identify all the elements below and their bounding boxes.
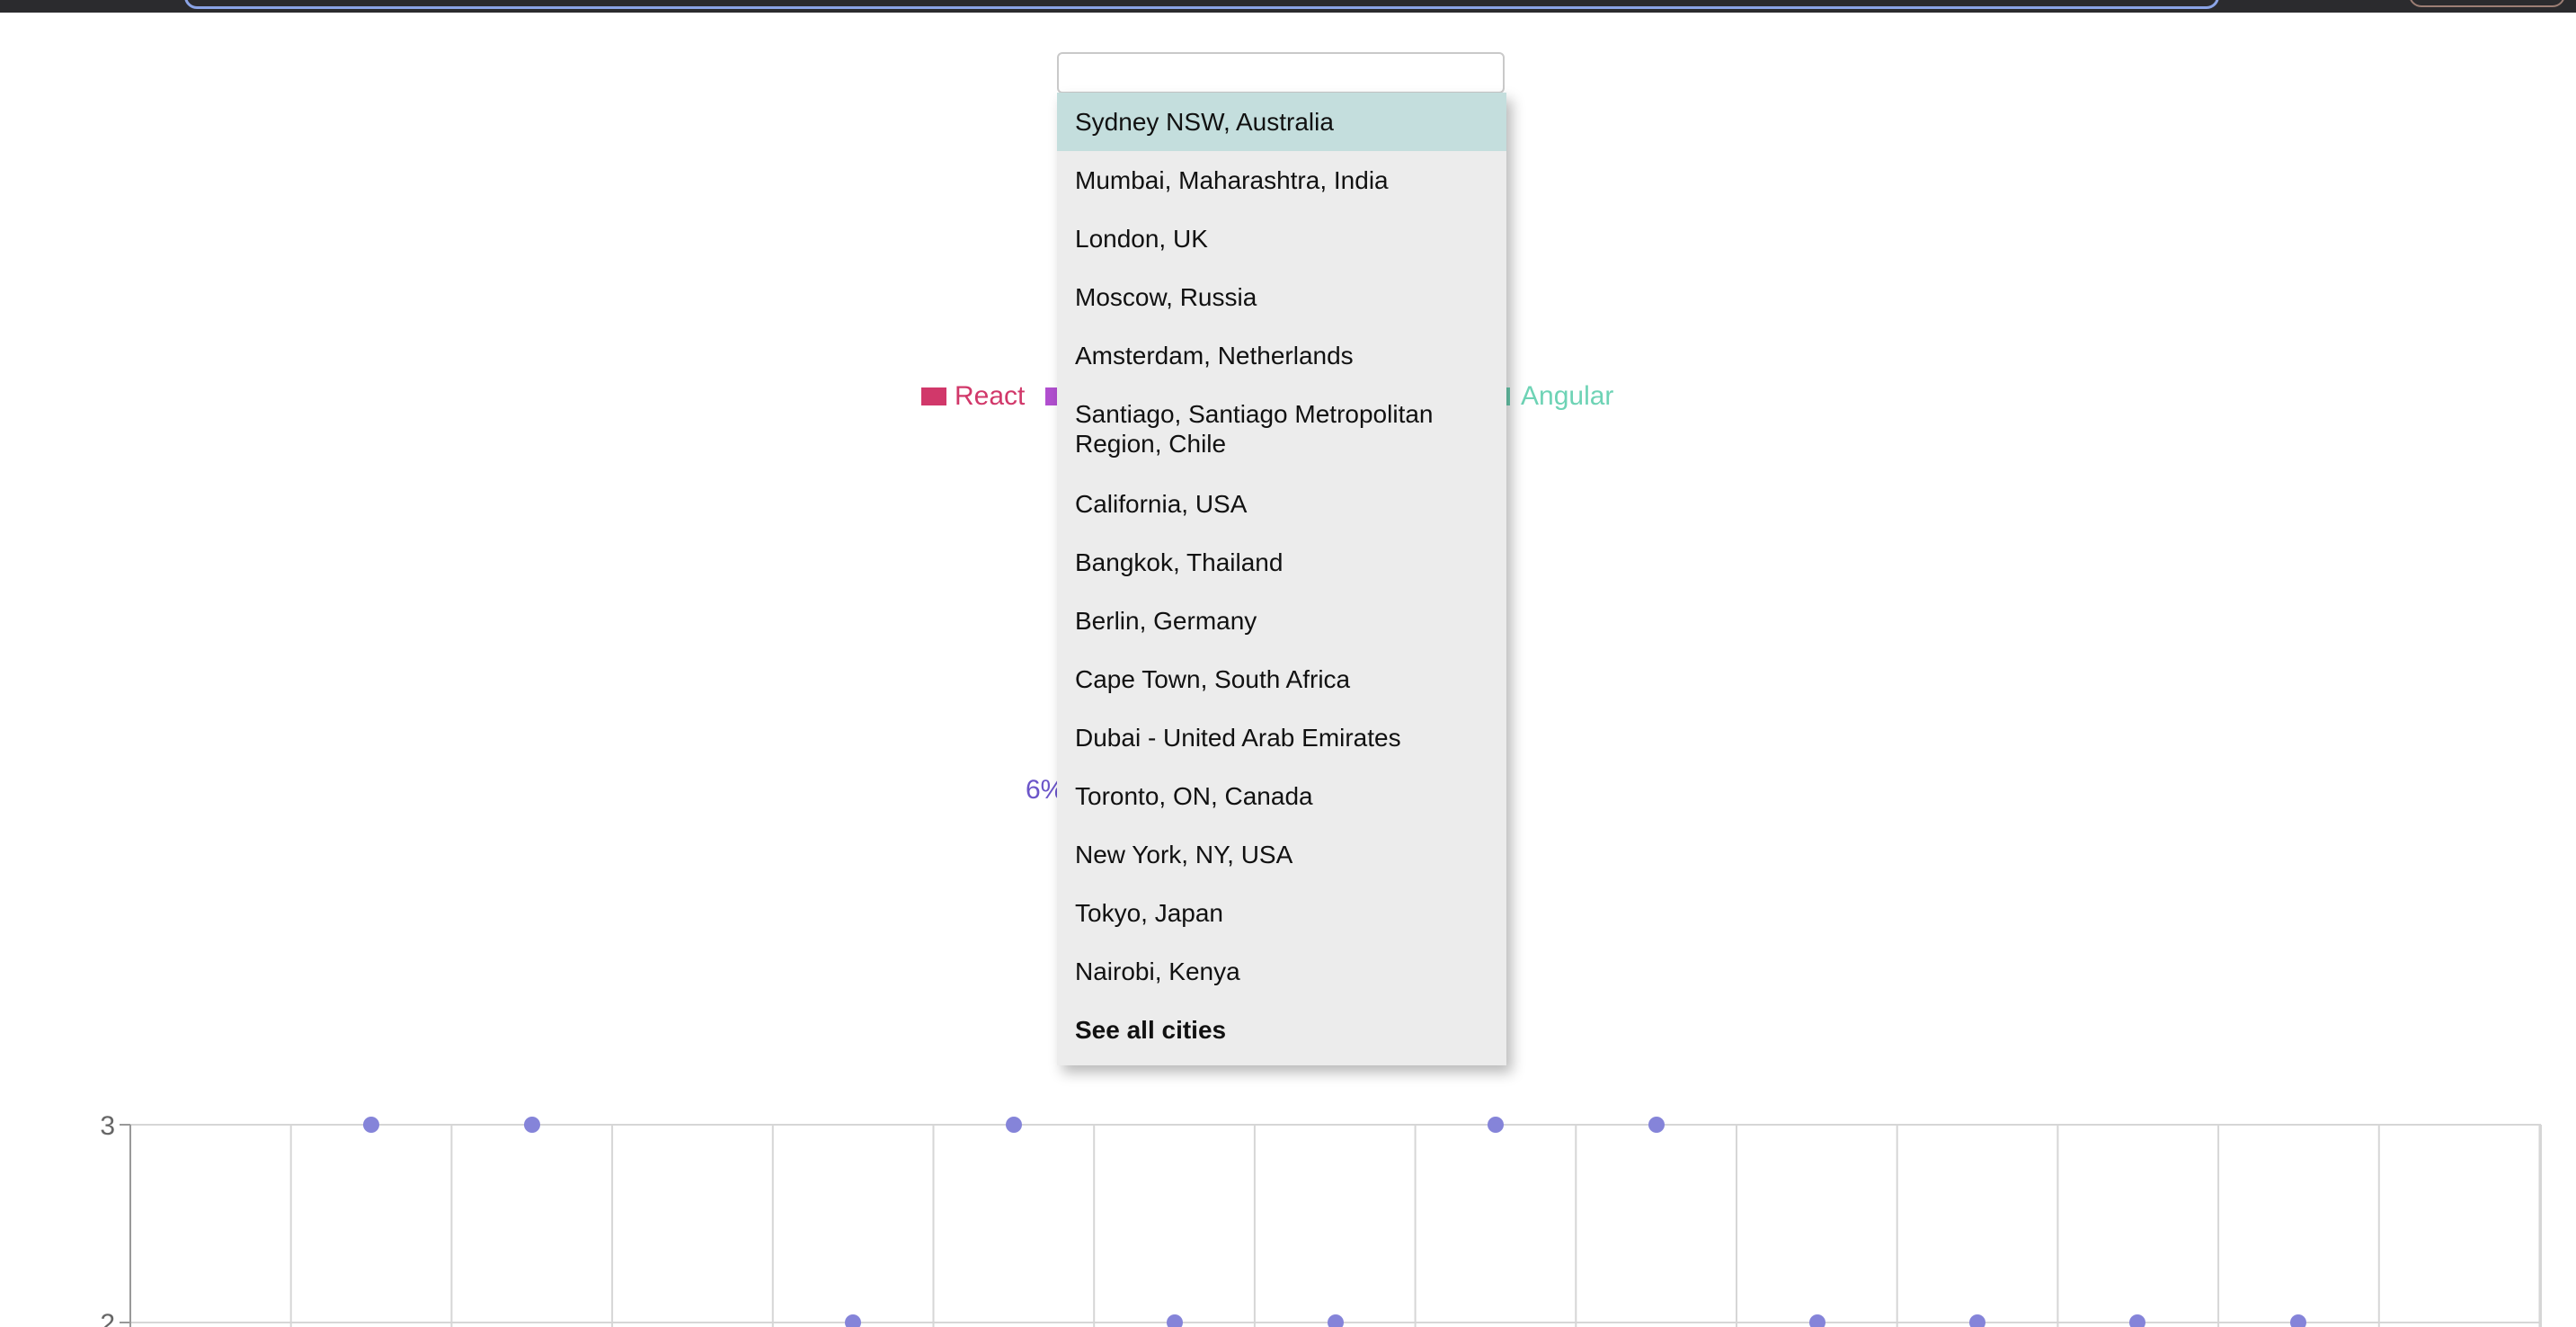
legend-label-react: React <box>955 381 1026 411</box>
city-option[interactable]: California, USA <box>1057 475 1506 533</box>
see-all-cities-link[interactable]: See all cities <box>1057 1001 1506 1065</box>
y-tick-label: 2 <box>100 1309 115 1327</box>
data-point[interactable] <box>1648 1117 1665 1133</box>
address-bar[interactable] <box>184 0 2219 9</box>
city-option[interactable]: Dubai - United Arab Emirates <box>1057 708 1506 767</box>
data-point[interactable] <box>1488 1117 1504 1133</box>
city-option[interactable]: Berlin, Germany <box>1057 592 1506 650</box>
scatter-chart: 32 <box>100 1111 2542 1327</box>
data-point[interactable] <box>1328 1314 1344 1327</box>
data-point[interactable] <box>1969 1314 1985 1327</box>
city-option[interactable]: Mumbai, Maharashtra, India <box>1057 151 1506 209</box>
data-point[interactable] <box>1167 1314 1183 1327</box>
city-option[interactable]: Amsterdam, Netherlands <box>1057 326 1506 385</box>
city-search-input[interactable] <box>1057 52 1505 94</box>
legend-label-angular: Angular <box>1521 381 1614 411</box>
legend-item-react[interactable]: React <box>921 378 1025 415</box>
city-option[interactable]: Toronto, ON, Canada <box>1057 767 1506 825</box>
data-point[interactable] <box>2290 1314 2306 1327</box>
data-point[interactable] <box>1809 1314 1825 1327</box>
browser-toolbar <box>0 0 2576 13</box>
city-dropdown-list[interactable]: Sydney NSW, Australia Mumbai, Maharashtra… <box>1057 93 1506 1065</box>
data-point[interactable] <box>363 1117 379 1133</box>
data-point[interactable] <box>845 1314 861 1327</box>
legend-swatch-partial <box>1045 387 1058 405</box>
data-point[interactable] <box>524 1117 540 1133</box>
city-option[interactable]: Cape Town, South Africa <box>1057 650 1506 708</box>
city-option[interactable]: London, UK <box>1057 209 1506 268</box>
data-point[interactable] <box>1006 1117 1022 1133</box>
y-tick-label: 3 <box>100 1111 115 1141</box>
city-option[interactable]: New York, NY, USA <box>1057 825 1506 884</box>
city-option[interactable]: Nairobi, Kenya <box>1057 942 1506 1001</box>
toolbar-button[interactable] <box>2409 0 2565 7</box>
city-option[interactable]: Bangkok, Thailand <box>1057 533 1506 592</box>
city-option[interactable]: Sydney NSW, Australia <box>1057 93 1506 151</box>
city-option[interactable]: Tokyo, Japan <box>1057 884 1506 942</box>
city-option[interactable]: Moscow, Russia <box>1057 268 1506 326</box>
legend-swatch-react <box>921 387 946 405</box>
data-point[interactable] <box>2129 1314 2145 1327</box>
city-option[interactable]: Santiago, Santiago Metropolitan Region, … <box>1057 385 1506 475</box>
legend-item-angular[interactable]: Angular <box>1501 378 1613 415</box>
